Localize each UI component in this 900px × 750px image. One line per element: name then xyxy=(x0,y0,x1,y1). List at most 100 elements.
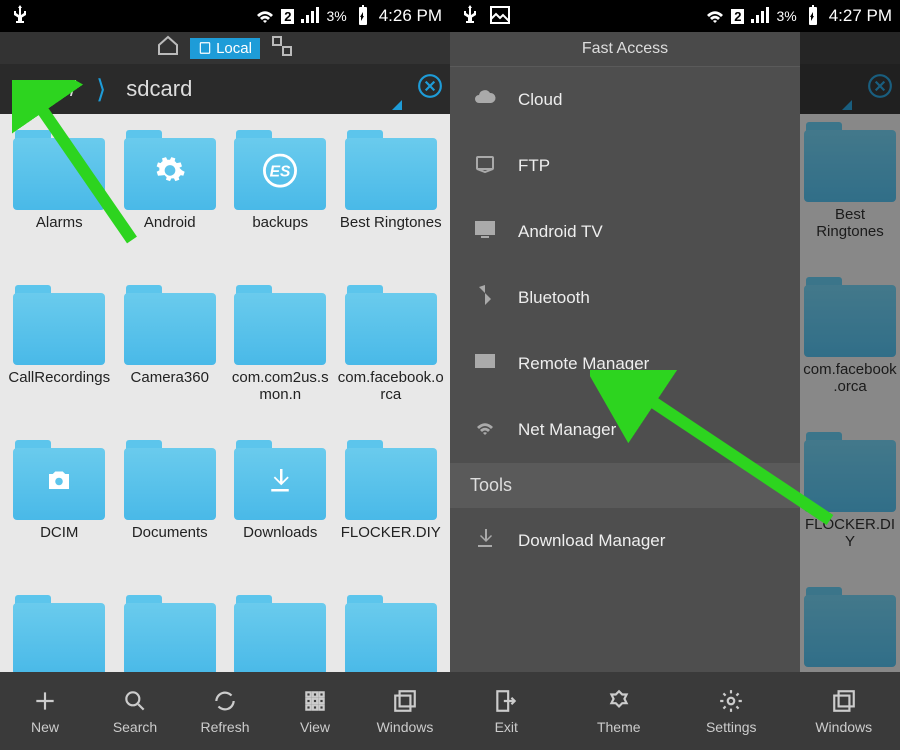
folder-grid: Alarms Android ES backups Best Ringtones Call… xyxy=(0,114,450,672)
folder-item: FLOCKER.DIY xyxy=(800,424,900,579)
bt-icon xyxy=(472,283,498,313)
folder-icon xyxy=(234,440,326,520)
refresh-icon xyxy=(212,687,238,715)
bottom-exit[interactable]: Exit xyxy=(450,672,563,750)
sim-badge: 2 xyxy=(281,9,294,24)
bottom-view[interactable]: View xyxy=(270,672,360,750)
signal-icon xyxy=(748,3,772,30)
folder-icon xyxy=(13,130,105,210)
breadcrumb-root[interactable]: / xyxy=(70,76,76,102)
drawer-section-tools[interactable]: Tools⌃ xyxy=(450,463,800,508)
breadcrumb-separator: ⟩ xyxy=(96,74,106,105)
battery-icon xyxy=(801,3,825,30)
folder-item[interactable] xyxy=(225,587,336,672)
svg-text:ES: ES xyxy=(270,163,291,180)
wifi-icon xyxy=(253,3,277,30)
folder-label: DCIM xyxy=(38,524,80,541)
time-label: 4:27 PM xyxy=(829,6,892,26)
folder-label: Best Ringtones xyxy=(338,214,444,231)
folder-icon xyxy=(13,440,105,520)
battery-percent: 3% xyxy=(776,8,796,24)
drawer-item-android-tv[interactable]: Android TV xyxy=(450,199,800,265)
drawer-item-bluetooth[interactable]: Bluetooth xyxy=(450,265,800,331)
download-icon xyxy=(472,526,498,556)
chevron-up-icon: ⌃ xyxy=(765,475,780,496)
folder-icon xyxy=(124,130,216,210)
tab-local[interactable]: Local xyxy=(190,38,260,59)
bottom-bar: NewSearchRefreshViewWindows xyxy=(0,672,450,750)
folder-icon: ES xyxy=(234,130,326,210)
home-icon[interactable] xyxy=(156,34,180,62)
folder-label: com.facebook.orca xyxy=(336,369,447,404)
breadcrumb-current[interactable]: sdcard xyxy=(126,76,192,102)
folder-icon xyxy=(124,440,216,520)
folder-label: backups xyxy=(250,214,310,231)
drawer-header: Fast Access xyxy=(450,32,800,67)
folder-label: Documents xyxy=(130,524,210,541)
cloud-icon xyxy=(472,85,498,115)
menu-button[interactable] xyxy=(0,80,50,99)
folder-label: com.com2us.smon.n xyxy=(225,369,336,404)
drawer-item-remote-manager[interactable]: FTPRemote Manager xyxy=(450,331,800,397)
drawer-item-download-manager[interactable]: Download Manager xyxy=(450,508,800,574)
drawer-bottom-bar: ExitThemeSettingsWindows xyxy=(450,672,900,750)
time-label: 4:26 PM xyxy=(379,6,442,26)
folder-item[interactable] xyxy=(115,587,226,672)
usb-icon xyxy=(458,3,482,30)
plus-icon xyxy=(32,687,58,715)
sim-badge: 2 xyxy=(731,9,744,24)
drawer-item-net-manager[interactable]: Net Manager xyxy=(450,397,800,463)
right-screen: 2 3% 4:27 PM Best Ringtonescom.facebook.… xyxy=(450,0,900,750)
bottom-settings[interactable]: Settings xyxy=(675,672,788,750)
status-bar: 2 3% 4:27 PM xyxy=(450,0,900,32)
folder-label: CallRecordings xyxy=(6,369,112,386)
folder-label: Alarms xyxy=(34,214,85,231)
folder-item[interactable]: FLOCKER.DIY xyxy=(336,432,447,587)
multiwindow-icon[interactable] xyxy=(270,34,294,62)
bottom-new[interactable]: New xyxy=(0,672,90,750)
folder-item[interactable]: Android xyxy=(115,122,226,277)
exit-icon xyxy=(493,687,519,715)
folder-item[interactable]: Documents xyxy=(115,432,226,587)
wifi-icon xyxy=(703,3,727,30)
bottom-refresh[interactable]: Refresh xyxy=(180,672,270,750)
breadcrumb[interactable]: / ⟩ sdcard xyxy=(50,74,410,105)
folder-icon xyxy=(234,285,326,365)
close-tab-button[interactable] xyxy=(410,73,450,106)
folder-item[interactable] xyxy=(336,587,447,672)
picture-icon xyxy=(488,3,512,30)
dropdown-indicator[interactable] xyxy=(392,100,402,110)
drawer-item-ftp[interactable]: FTP xyxy=(450,133,800,199)
ftp-icon xyxy=(472,151,498,181)
folder-item[interactable]: DCIM xyxy=(4,432,115,587)
usb-icon xyxy=(8,3,32,30)
folder-label: Downloads xyxy=(241,524,319,541)
bottom-windows[interactable]: Windows xyxy=(788,672,900,750)
windows-icon xyxy=(392,687,418,715)
folder-item[interactable]: com.facebook.orca xyxy=(336,277,447,432)
left-screen: 2 3% 4:26 PM Local / ⟩ xyxy=(0,0,450,750)
close-tab-button[interactable] xyxy=(860,73,900,106)
folder-item[interactable]: Alarms xyxy=(4,122,115,277)
status-bar: 2 3% 4:26 PM xyxy=(0,0,450,32)
folder-label: FLOCKER.DIY xyxy=(339,524,443,541)
folder-item[interactable]: com.com2us.smon.n xyxy=(225,277,336,432)
folder-item[interactable] xyxy=(4,587,115,672)
folder-label: Camera360 xyxy=(129,369,211,386)
folder-item[interactable]: Downloads xyxy=(225,432,336,587)
bottom-theme[interactable]: Theme xyxy=(563,672,676,750)
net-icon xyxy=(472,415,498,445)
drawer-item-cloud[interactable]: Cloud xyxy=(450,67,800,133)
battery-icon xyxy=(351,3,375,30)
bottom-search[interactable]: Search xyxy=(90,672,180,750)
signal-icon xyxy=(298,3,322,30)
grid-icon xyxy=(302,687,328,715)
folder-icon xyxy=(13,285,105,365)
folder-item[interactable]: Best Ringtones xyxy=(336,122,447,277)
bottom-windows[interactable]: Windows xyxy=(360,672,450,750)
folder-item[interactable]: ES backups xyxy=(225,122,336,277)
folder-item[interactable]: CallRecordings xyxy=(4,277,115,432)
tv-icon xyxy=(472,217,498,247)
folder-item[interactable]: Camera360 xyxy=(115,277,226,432)
svg-text:FTP: FTP xyxy=(478,359,492,366)
